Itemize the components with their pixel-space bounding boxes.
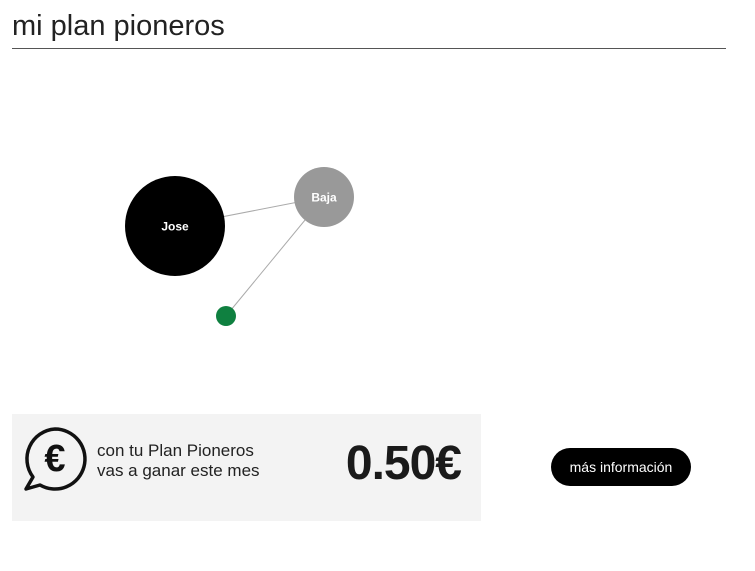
title-divider [12, 48, 726, 49]
earnings-panel: € con tu Plan Pioneros vas a ganar este … [12, 414, 481, 521]
page-title: mi plan pioneros [12, 10, 225, 42]
node-baja-label: Baja [311, 191, 337, 205]
euro-chat-icon: € [24, 427, 87, 491]
earnings-line-1: con tu Plan Pioneros [97, 441, 254, 460]
node-jose-label: Jose [161, 220, 189, 234]
node-baja[interactable]: Baja [294, 167, 354, 227]
svg-text:€: € [44, 438, 65, 480]
network-svg: Jose Baja [125, 167, 354, 326]
node-pending[interactable] [216, 306, 236, 326]
referral-network-graph: Jose Baja [0, 60, 755, 400]
earnings-description: con tu Plan Pioneros vas a ganar este me… [97, 441, 260, 481]
node-jose[interactable]: Jose [125, 176, 225, 276]
earnings-amount: 0.50€ [345, 437, 462, 490]
more-info-button[interactable]: más información [551, 448, 691, 486]
earnings-line-2: vas a ganar este mes [97, 461, 260, 480]
